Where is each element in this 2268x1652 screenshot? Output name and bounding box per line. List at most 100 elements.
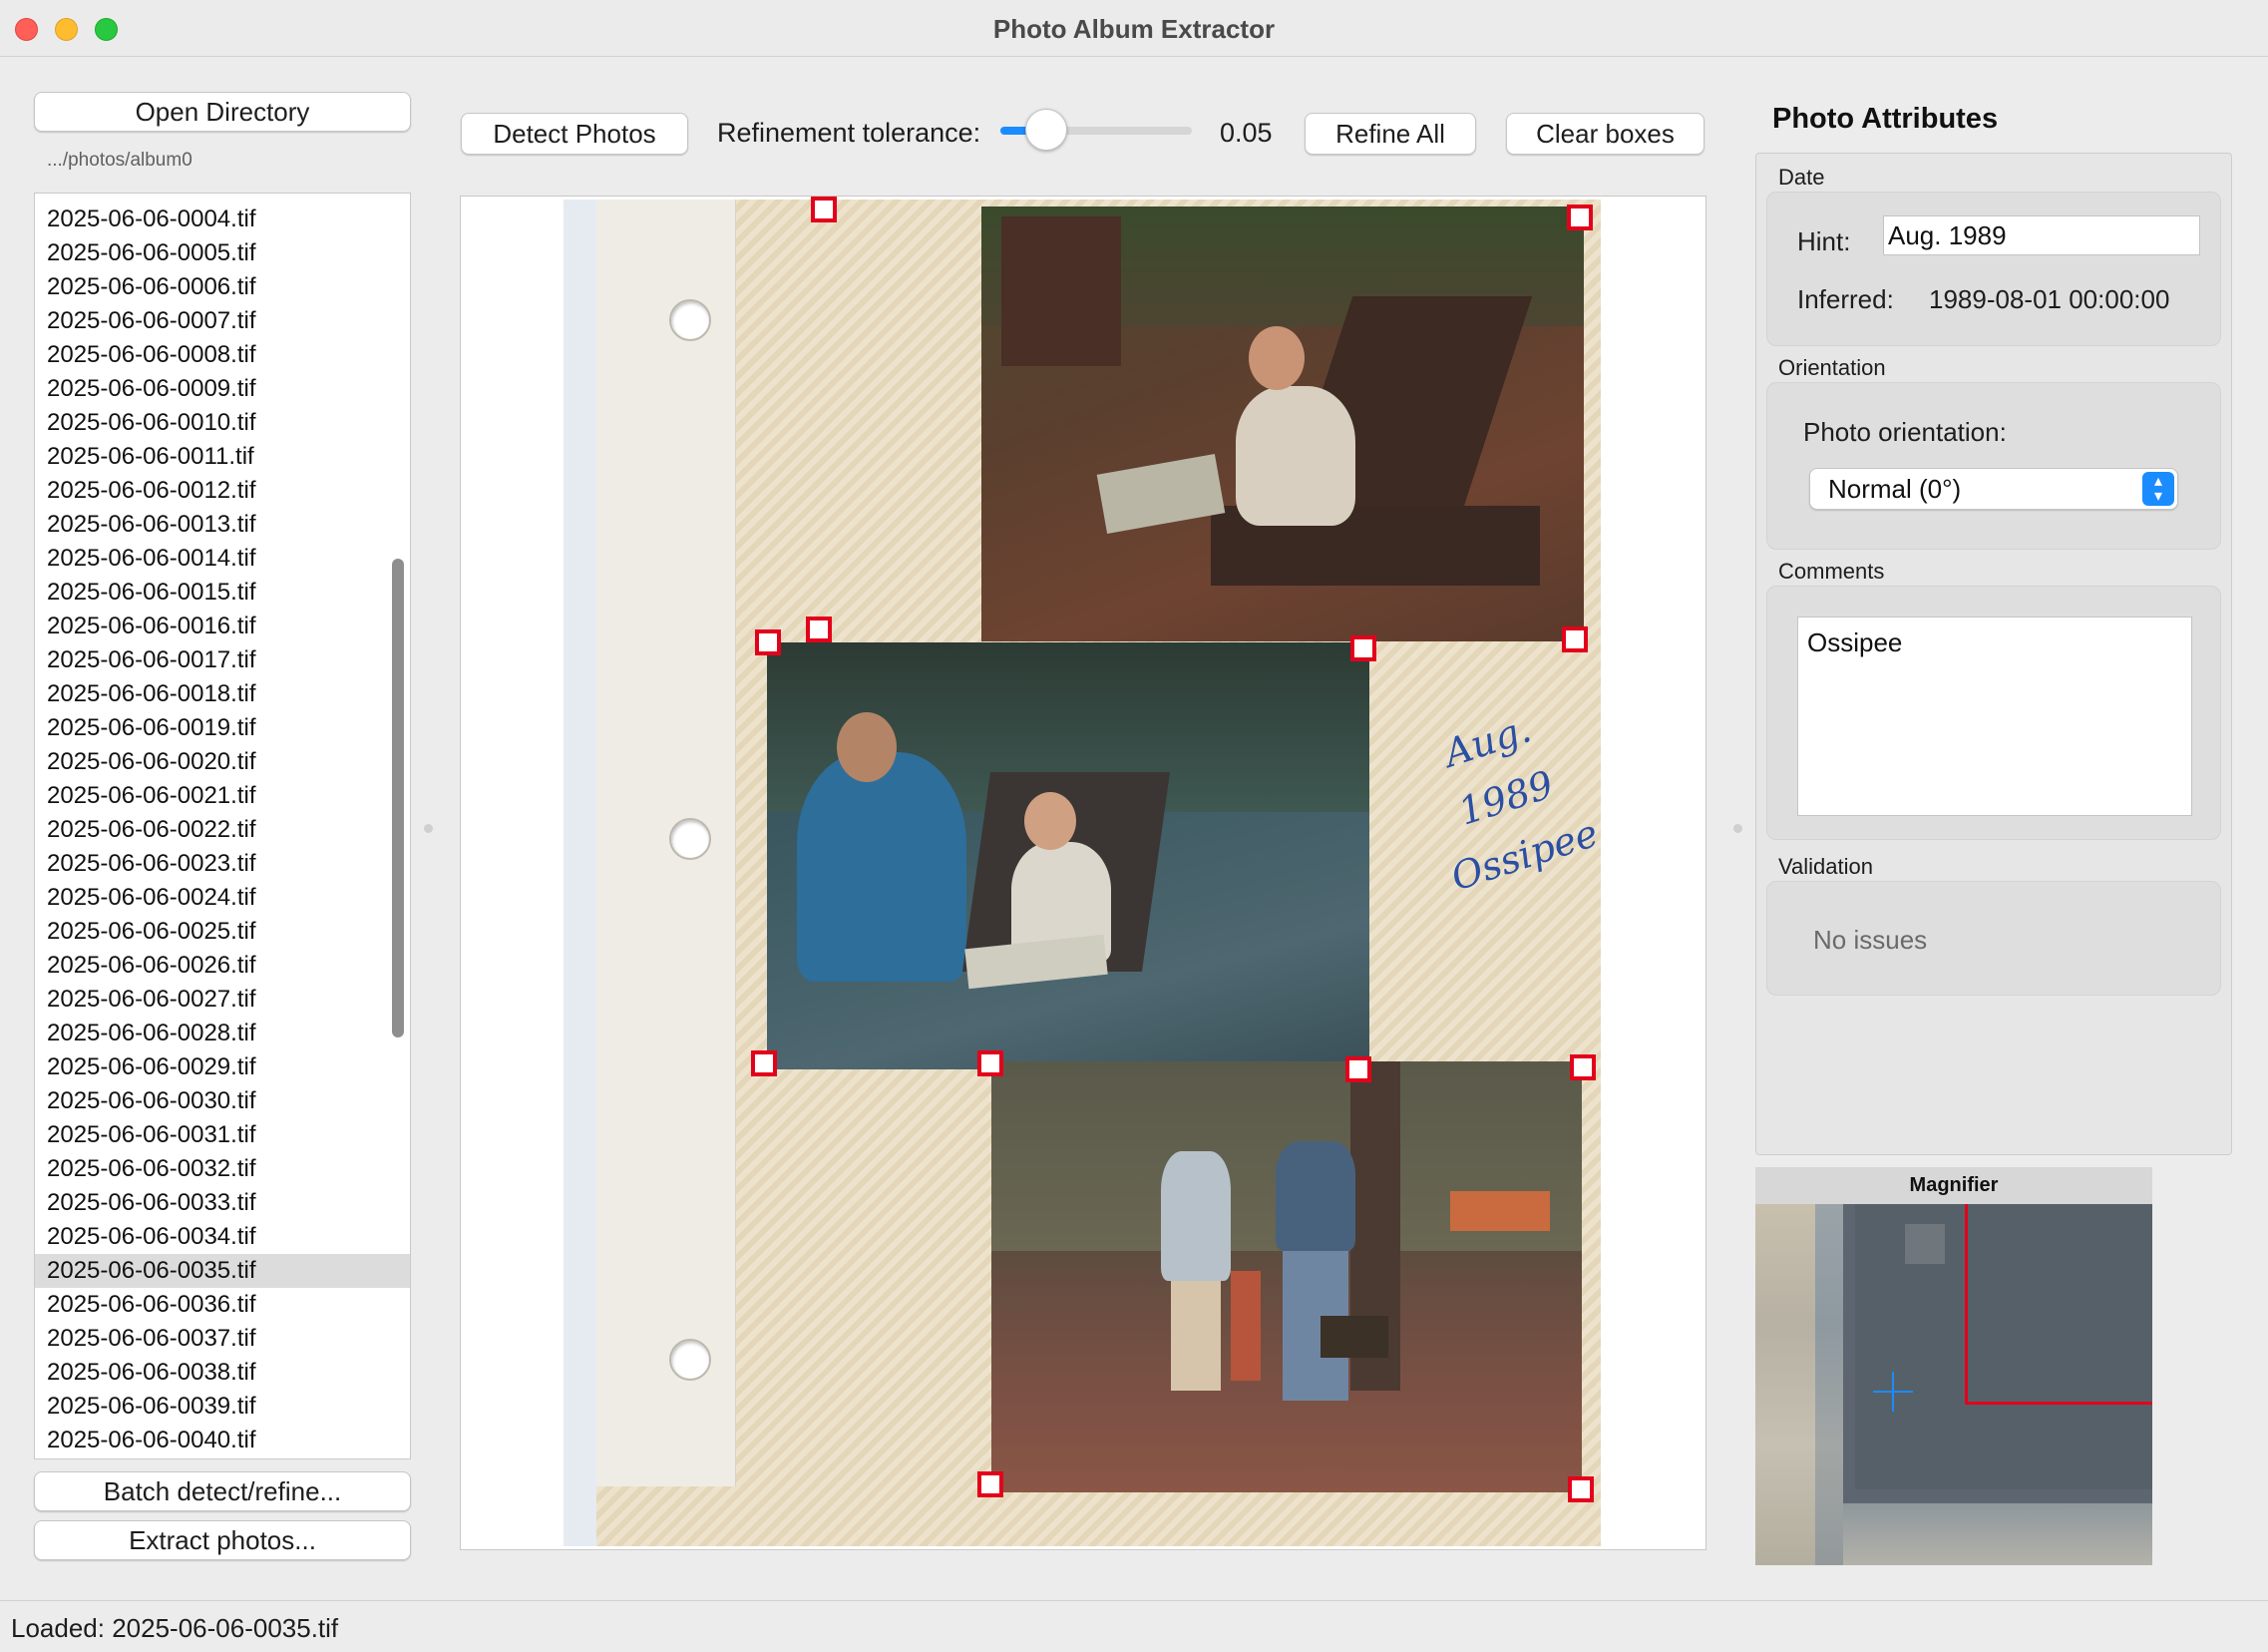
right-splitter-handle[interactable] <box>1733 824 1742 833</box>
file-list-item[interactable]: 2025-06-06-0037.tif <box>35 1322 410 1356</box>
box-1-top-right-handle[interactable] <box>1567 205 1593 230</box>
comments-group-title: Comments <box>1778 559 1885 584</box>
status-text: Loaded: 2025-06-06-0035.tif <box>11 1613 339 1643</box>
file-list-item[interactable]: 2025-06-06-0018.tif <box>35 677 410 711</box>
box-2-bottom-right-handle[interactable] <box>1345 1056 1371 1082</box>
file-list-item[interactable]: 2025-06-06-0036.tif <box>35 1288 410 1322</box>
file-list-item[interactable]: 2025-06-06-0017.tif <box>35 643 410 677</box>
photo-orientation-label: Photo orientation: <box>1803 417 2007 447</box>
file-list-item[interactable]: 2025-06-06-0007.tif <box>35 304 410 338</box>
file-list-item[interactable]: 2025-06-06-0014.tif <box>35 542 410 576</box>
file-list-item[interactable]: 2025-06-06-0032.tif <box>35 1152 410 1186</box>
validation-group-title: Validation <box>1778 854 1873 879</box>
file-list-item[interactable]: 2025-06-06-0005.tif <box>35 236 410 270</box>
orientation-group: Photo orientation: Normal (0°) ▴ ▾ <box>1766 382 2221 550</box>
box-3-top-right-handle[interactable] <box>1570 1054 1596 1080</box>
file-list-item[interactable]: 2025-06-06-0016.tif <box>35 610 410 643</box>
validation-group: No issues <box>1766 881 2221 996</box>
orientation-select-value: Normal (0°) <box>1828 474 1962 504</box>
file-list-item[interactable]: 2025-06-06-0020.tif <box>35 745 410 779</box>
file-list-item[interactable]: 2025-06-06-0031.tif <box>35 1118 410 1152</box>
tolerance-value: 0.05 <box>1220 118 1273 148</box>
file-list-item[interactable]: 2025-06-06-0029.tif <box>35 1050 410 1084</box>
photo-grandparents-and-child <box>991 1061 1582 1492</box>
status-bar: Loaded: 2025-06-06-0035.tif <box>0 1600 2268 1652</box>
crosshair-icon <box>1873 1372 1913 1412</box>
file-list-item[interactable]: 2025-06-06-0021.tif <box>35 779 410 813</box>
photo-man-and-child <box>767 642 1369 1069</box>
attributes-title: Photo Attributes <box>1772 103 1999 135</box>
file-list-item[interactable]: 2025-06-06-0004.tif <box>35 203 410 236</box>
file-list-item[interactable]: 2025-06-06-0039.tif <box>35 1390 410 1424</box>
file-list-item[interactable]: 2025-06-06-0034.tif <box>35 1220 410 1254</box>
file-list-item[interactable]: 2025-06-06-0009.tif <box>35 372 410 406</box>
file-list-item[interactable]: 2025-06-06-0011.tif <box>35 440 410 474</box>
box-1-top-left-handle[interactable] <box>811 197 837 222</box>
file-list-item[interactable]: 2025-06-06-0019.tif <box>35 711 410 745</box>
date-group: Hint: Aug. 1989 Inferred: 1989-08-01 00:… <box>1766 192 2221 346</box>
file-list-item[interactable]: 2025-06-06-0030.tif <box>35 1084 410 1118</box>
file-list-item[interactable]: 2025-06-06-0013.tif <box>35 508 410 542</box>
box-1-bottom-right-handle[interactable] <box>1562 626 1588 652</box>
magnifier-view <box>1755 1204 2152 1565</box>
box-1-bottom-left-handle[interactable] <box>806 617 832 642</box>
file-list-item[interactable]: 2025-06-06-0012.tif <box>35 474 410 508</box>
left-splitter-handle[interactable] <box>424 824 433 833</box>
file-list[interactable]: 2025-06-06-0004.tif 2025-06-06-0005.tif 20… <box>34 193 411 1459</box>
open-directory-button[interactable]: Open Directory <box>34 92 411 132</box>
scan-canvas[interactable]: Aug. 1989 Ossipee <box>460 196 1706 1550</box>
file-list-item[interactable]: 2025-06-06-0008.tif <box>35 338 410 372</box>
file-list-item[interactable]: 2025-06-06-0010.tif <box>35 406 410 440</box>
file-list-scrollbar[interactable] <box>392 559 404 1037</box>
album-binding-strip <box>596 200 736 1486</box>
inferred-date-value: 1989-08-01 00:00:00 <box>1929 284 2170 314</box>
album-page-scan: Aug. 1989 Ossipee <box>564 200 1603 1546</box>
attributes-panel: Date Hint: Aug. 1989 Inferred: 1989-08-0… <box>1755 153 2232 1155</box>
file-list-item[interactable]: 2025-06-06-0006.tif <box>35 270 410 304</box>
date-hint-field[interactable]: Aug. 1989 <box>1883 215 2200 255</box>
inferred-label: Inferred: <box>1797 284 1894 314</box>
file-list-item[interactable]: 2025-06-06-0015.tif <box>35 576 410 610</box>
comments-group: Ossipee <box>1766 586 2221 840</box>
file-list-item[interactable]: 2025-06-06-0022.tif <box>35 813 410 847</box>
extract-photos-button[interactable]: Extract photos... <box>34 1520 411 1560</box>
window-title: Photo Album Extractor <box>992 14 1276 44</box>
box-2-bottom-left-handle[interactable] <box>751 1050 777 1076</box>
orientation-select[interactable]: Normal (0°) ▴ ▾ <box>1809 468 2178 510</box>
tolerance-slider-knob[interactable] <box>1025 109 1068 151</box>
file-list-item[interactable]: 2025-06-06-0028.tif <box>35 1017 410 1050</box>
file-list-item[interactable]: 2025-06-06-0040.tif <box>35 1424 410 1457</box>
file-list-item[interactable]: 2025-06-06-0038.tif <box>35 1356 410 1390</box>
clear-boxes-button[interactable]: Clear boxes <box>1506 113 1704 155</box>
directory-path: .../photos/album0 <box>47 150 192 171</box>
magnifier-title: Magnifier <box>1755 1167 2152 1204</box>
binding-hole <box>669 1339 711 1381</box>
orientation-group-title: Orientation <box>1778 355 1886 380</box>
photo-child-on-chair <box>981 206 1584 641</box>
title-bar: Photo Album Extractor <box>0 0 2268 57</box>
updown-chevron-icon: ▴ ▾ <box>2142 472 2174 506</box>
file-list-item[interactable]: 2025-06-06-0024.tif <box>35 881 410 915</box>
file-list-item[interactable]: 2025-06-06-0025.tif <box>35 915 410 949</box>
file-list-item[interactable]: 2025-06-06-0023.tif <box>35 847 410 881</box>
validation-message: No issues <box>1813 925 1928 955</box>
handwritten-caption: Aug. 1989 Ossipee <box>1388 683 1624 913</box>
scan-edge <box>564 200 596 1546</box>
refine-all-button[interactable]: Refine All <box>1305 113 1476 155</box>
box-3-bottom-right-handle[interactable] <box>1568 1476 1594 1502</box>
box-2-top-right-handle[interactable] <box>1350 635 1376 661</box>
comments-textarea[interactable]: Ossipee <box>1797 617 2192 816</box>
box-2-top-left-handle[interactable] <box>755 629 781 655</box>
box-3-bottom-left-handle[interactable] <box>977 1471 1003 1497</box>
hint-label: Hint: <box>1797 226 1851 256</box>
batch-detect-refine-button[interactable]: Batch detect/refine... <box>34 1471 411 1511</box>
box-3-top-left-handle[interactable] <box>977 1050 1003 1076</box>
tolerance-label: Refinement tolerance: <box>717 118 981 148</box>
detect-photos-button[interactable]: Detect Photos <box>461 113 688 155</box>
file-list-item[interactable]: 2025-06-06-0026.tif <box>35 949 410 983</box>
binding-hole <box>669 818 711 860</box>
file-list-item[interactable]: 2025-06-06-0027.tif <box>35 983 410 1017</box>
file-list-item[interactable]: 2025-06-06-0033.tif <box>35 1186 410 1220</box>
file-list-item[interactable]: 2025-06-06-0035.tif <box>35 1254 410 1288</box>
binding-hole <box>669 299 711 341</box>
